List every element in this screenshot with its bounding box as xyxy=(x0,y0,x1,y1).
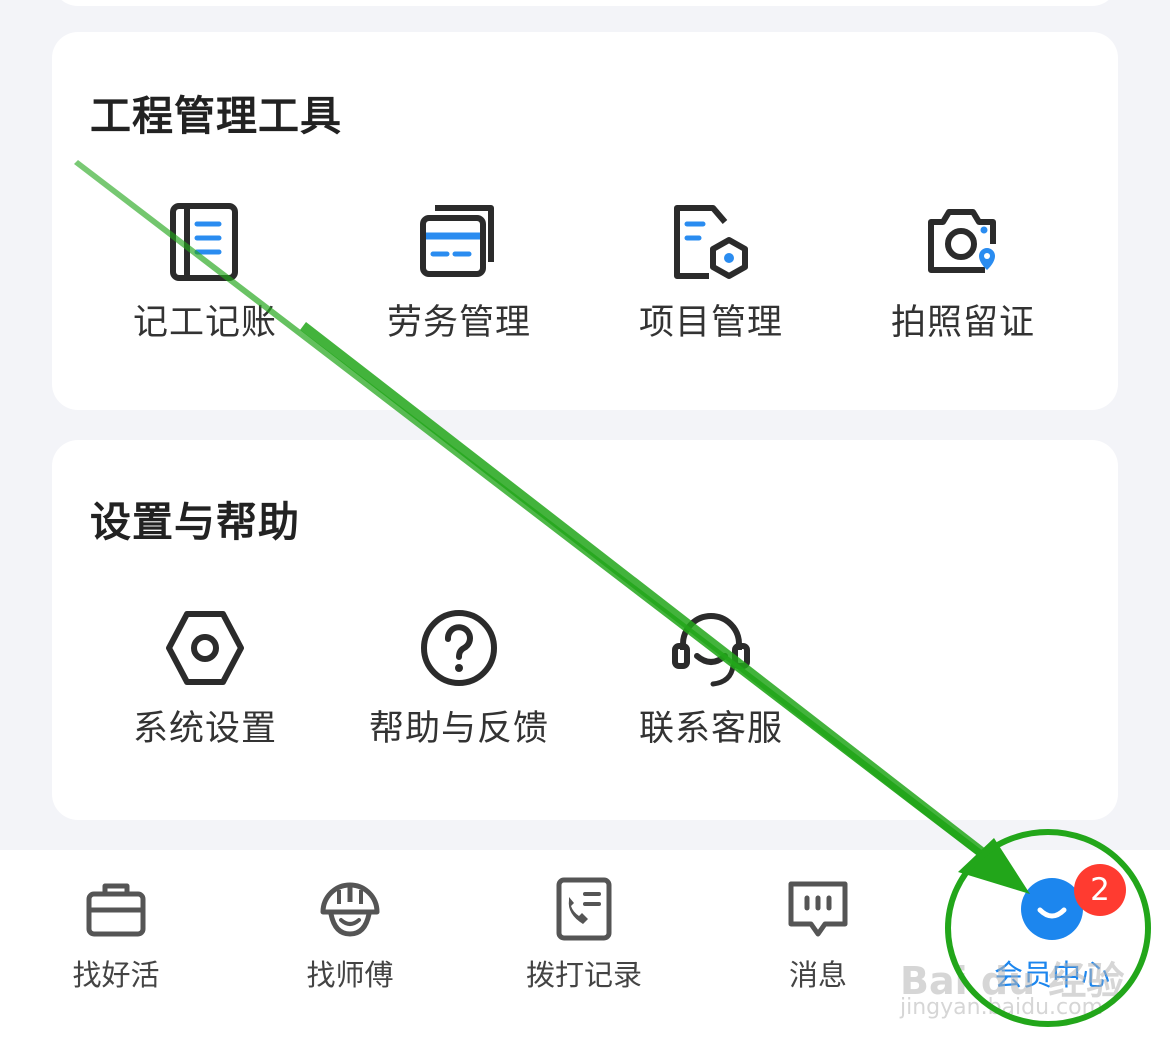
settings-item-label: 联系客服 xyxy=(638,709,783,749)
tools-card: 工程管理工具 记工记账 劳务管理 项目管理 拍照留证 xyxy=(52,32,1118,410)
tab-label: 拨打记录 xyxy=(525,958,642,992)
tools-section-title: 工程管理工具 xyxy=(90,92,342,140)
tool-item-photo[interactable]: 拍照留证 xyxy=(838,200,1088,345)
settings-item-help[interactable]: 帮助与反馈 xyxy=(334,606,584,751)
notebook-icon xyxy=(170,203,238,281)
tool-item-label: 记工记账 xyxy=(132,303,277,343)
settings-item-label: 系统设置 xyxy=(132,709,277,749)
project-folder-icon xyxy=(674,205,748,279)
briefcase-icon xyxy=(86,883,146,937)
tab-messages[interactable]: 消息 xyxy=(718,874,918,994)
tab-find-master[interactable]: 找师傅 xyxy=(250,874,450,994)
settings-item-service[interactable]: 联系客服 xyxy=(586,606,836,751)
tool-item-label: 项目管理 xyxy=(638,303,783,343)
cards-icon xyxy=(420,205,494,277)
settings-item-label: 帮助与反馈 xyxy=(368,709,549,749)
tool-item-labor[interactable]: 劳务管理 xyxy=(334,200,584,345)
tool-item-label: 拍照留证 xyxy=(890,303,1035,343)
helmet-icon xyxy=(320,882,380,937)
call-record-icon xyxy=(556,877,612,941)
help-icon xyxy=(421,610,497,686)
watermark-url: jingyan.baidu.com xyxy=(900,995,1104,1020)
settings-section-title: 设置与帮助 xyxy=(90,498,300,546)
settings-card: 设置与帮助 系统设置 帮助与反馈 联系客服 xyxy=(52,440,1118,820)
gear-icon xyxy=(166,611,244,685)
headset-icon xyxy=(672,613,750,687)
tab-find-work[interactable]: 找好活 xyxy=(16,874,216,994)
unread-badge: 2 xyxy=(1074,864,1126,916)
tab-label: 找好活 xyxy=(72,958,160,992)
tab-call-records[interactable]: 拨打记录 xyxy=(484,874,684,994)
tab-label: 消息 xyxy=(788,958,847,992)
tab-label: 找师傅 xyxy=(306,958,394,992)
camera-location-icon xyxy=(928,209,996,273)
message-icon xyxy=(788,881,848,937)
tool-item-project[interactable]: 项目管理 xyxy=(586,200,836,345)
previous-card-edge xyxy=(52,0,1118,6)
settings-item-system[interactable]: 系统设置 xyxy=(80,606,330,751)
tool-item-label: 劳务管理 xyxy=(386,303,531,343)
tool-item-worklog[interactable]: 记工记账 xyxy=(80,200,330,345)
